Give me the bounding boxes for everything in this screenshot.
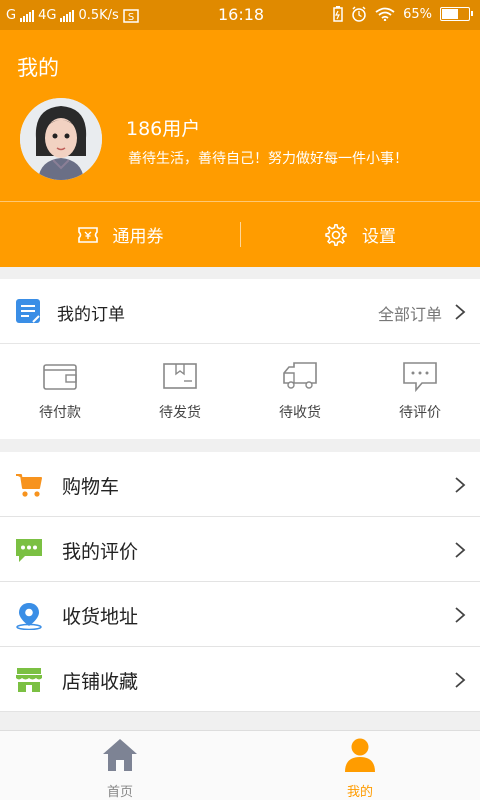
chevron-right-icon xyxy=(455,542,466,558)
menu-item-cart[interactable]: 购物车 xyxy=(0,452,480,517)
svg-text:S: S xyxy=(128,12,134,23)
user-icon xyxy=(345,738,375,772)
settings-button[interactable]: 设置 xyxy=(240,202,480,267)
status-label: 待发货 xyxy=(159,405,201,421)
chevron-right-icon xyxy=(455,477,466,493)
user-motto: 善待生活，善待自己！努力做好每一件小事！ xyxy=(128,151,408,167)
battery-percent: 65% xyxy=(403,6,432,22)
all-orders-link[interactable]: 全部订单 xyxy=(378,301,442,325)
truck-icon xyxy=(283,362,317,389)
status-left: G 4G 0.5K/s S xyxy=(6,8,139,23)
menu-item-label: 收货地址 xyxy=(62,606,139,628)
network-type-label: 4G xyxy=(38,8,57,23)
chevron-right-icon xyxy=(455,304,466,320)
menu-item-store-favorites[interactable]: 店铺收藏 xyxy=(0,647,480,712)
chevron-right-icon xyxy=(455,672,466,688)
coupon-button[interactable]: 通用券 xyxy=(0,202,240,267)
page-title: 我的 xyxy=(17,56,59,80)
status-bar: G 4G 0.5K/s S 16:18 65% xyxy=(0,0,480,30)
bottom-tab-bar: 首页 我的 xyxy=(0,730,480,800)
status-label: 待收货 xyxy=(279,405,321,421)
tab-home[interactable]: 首页 xyxy=(0,731,240,800)
signal-icon-2 xyxy=(60,9,75,22)
wallet-icon xyxy=(43,364,77,390)
status-label: 待付款 xyxy=(39,405,81,421)
gear-icon xyxy=(325,223,347,246)
clock: 16:18 xyxy=(218,5,265,24)
wifi-icon xyxy=(375,7,395,21)
carrier-label: G xyxy=(6,8,17,23)
menu-item-label: 购物车 xyxy=(62,476,120,498)
battery-icon xyxy=(440,7,473,21)
my-orders-row[interactable]: 我的订单 全部订单 xyxy=(0,279,480,344)
tab-label: 首页 xyxy=(106,785,133,800)
status-pending-payment[interactable]: 待付款 xyxy=(0,345,120,439)
menu-list: 购物车 我的评价 收货地址 店铺收藏 xyxy=(0,452,480,712)
network-speed: 0.5K/s xyxy=(78,8,119,23)
tab-mine[interactable]: 我的 xyxy=(240,731,480,800)
comment-icon xyxy=(403,362,437,393)
status-label: 待评价 xyxy=(399,405,441,421)
menu-item-address[interactable]: 收货地址 xyxy=(0,582,480,647)
profile-header: 我的 186用户 善待生活，善待自己！努力做好每一件小事！ 通用券 设置 xyxy=(0,30,480,267)
username: 186用户 xyxy=(126,118,201,140)
menu-item-my-reviews[interactable]: 我的评价 xyxy=(0,517,480,582)
avatar[interactable] xyxy=(20,98,102,180)
package-icon xyxy=(163,363,197,389)
chevron-right-icon xyxy=(455,607,466,623)
settings-label: 设置 xyxy=(362,227,396,247)
data-saver-icon: S xyxy=(123,8,139,23)
coupon-label: 通用券 xyxy=(112,227,164,247)
status-right: 65% xyxy=(333,6,473,22)
avatar-image xyxy=(20,98,102,180)
menu-item-label: 店铺收藏 xyxy=(62,671,139,693)
my-orders-label: 我的订单 xyxy=(57,305,125,325)
cart-icon xyxy=(16,474,42,497)
alarm-icon xyxy=(352,6,366,22)
status-pending-shipment[interactable]: 待发货 xyxy=(120,345,240,439)
signal-icon xyxy=(20,9,35,22)
location-icon xyxy=(16,603,42,630)
store-icon xyxy=(16,668,42,692)
status-pending-review[interactable]: 待评价 xyxy=(360,345,480,439)
tab-label: 我的 xyxy=(346,785,373,800)
status-pending-receipt[interactable]: 待收货 xyxy=(240,345,360,439)
orders-card: 我的订单 全部订单 待付款 待发货 待收货 待评价 xyxy=(0,279,480,439)
ticket-icon xyxy=(77,226,98,243)
battery-saver-icon xyxy=(333,6,343,22)
home-icon xyxy=(103,739,137,771)
menu-item-label: 我的评价 xyxy=(62,541,139,563)
chat-icon xyxy=(16,539,42,562)
order-list-icon xyxy=(16,299,40,323)
order-status-row: 待付款 待发货 待收货 待评价 xyxy=(0,345,480,439)
